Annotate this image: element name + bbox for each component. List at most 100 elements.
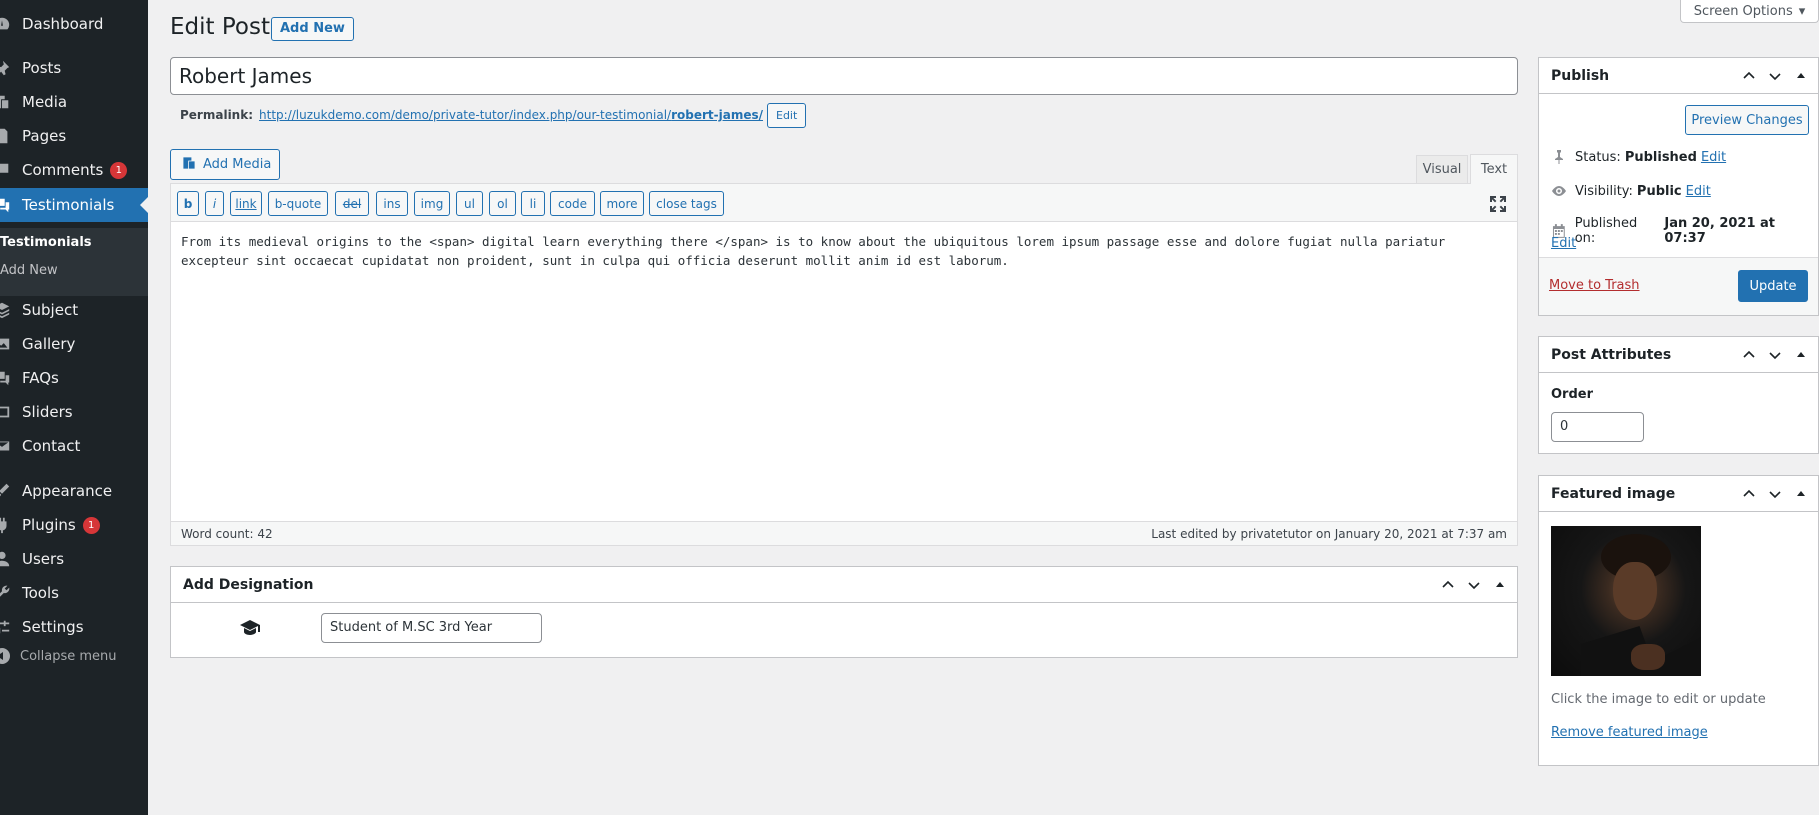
- submenu-item-add-new[interactable]: Add New: [0, 263, 58, 278]
- qt-more-button[interactable]: more: [600, 191, 644, 216]
- box-controls: [1435, 567, 1513, 603]
- sidebar-item-label: Plugins: [22, 516, 76, 534]
- editor-textarea[interactable]: From its medieval origins to the <span> …: [181, 232, 1503, 270]
- remove-featured-image-link[interactable]: Remove featured image: [1551, 725, 1708, 740]
- preview-changes-button[interactable]: Preview Changes: [1685, 105, 1809, 135]
- plugins-count-badge: 1: [82, 516, 100, 534]
- tab-text[interactable]: Text: [1470, 154, 1518, 184]
- permalink-edit-button[interactable]: Edit: [767, 102, 807, 128]
- slider-icon: [0, 402, 22, 422]
- qt-ins-button[interactable]: ins: [376, 191, 408, 216]
- graduation-cap-icon: [239, 616, 261, 638]
- media-icon: [0, 92, 22, 112]
- published-edit-link[interactable]: Edit: [1551, 236, 1576, 251]
- status-edit-link[interactable]: Edit: [1701, 150, 1726, 165]
- qt-link-button[interactable]: link: [230, 191, 262, 216]
- toggle-panel-icon[interactable]: [1487, 567, 1513, 603]
- sidebar-item-tools[interactable]: Tools: [0, 576, 148, 610]
- visibility-edit-link[interactable]: Edit: [1686, 184, 1711, 199]
- editor-line: From its medieval origins to the <span> …: [181, 234, 1446, 249]
- featured-image-thumbnail[interactable]: [1551, 526, 1701, 676]
- add-media-label: Add Media: [203, 157, 272, 172]
- box-controls: [1736, 337, 1814, 373]
- qt-del-button[interactable]: del: [335, 191, 369, 216]
- status-row: Status: Published Edit: [1551, 149, 1726, 165]
- order-input[interactable]: 0: [1551, 412, 1644, 442]
- designation-input[interactable]: Student of M.SC 3rd Year: [321, 613, 542, 643]
- move-up-icon[interactable]: [1435, 567, 1461, 603]
- qt-bold-button[interactable]: b: [177, 191, 199, 216]
- toggle-panel-icon[interactable]: [1788, 476, 1814, 512]
- sidebar-item-settings[interactable]: Settings: [0, 610, 148, 644]
- published-value: Jan 20, 2021 at 07:37: [1664, 216, 1776, 246]
- toggle-panel-icon[interactable]: [1788, 58, 1814, 94]
- sidebar-item-faqs[interactable]: FAQs: [0, 361, 148, 395]
- sidebar-item-label: FAQs: [22, 369, 59, 387]
- sidebar-item-testimonials[interactable]: Testimonials: [0, 188, 148, 222]
- visibility-value: Public: [1636, 183, 1682, 199]
- publish-box: Publish Preview Changes Status: Publishe…: [1538, 57, 1819, 316]
- move-up-icon[interactable]: [1736, 58, 1762, 94]
- sidebar-item-media[interactable]: Media: [0, 85, 148, 119]
- sidebar-item-contact[interactable]: Contact: [0, 429, 148, 463]
- sidebar-item-subject[interactable]: Subject: [0, 293, 148, 327]
- permalink-row: Permalink: http://luzukdemo.com/demo/pri…: [180, 102, 807, 128]
- add-new-button[interactable]: Add New: [271, 17, 354, 41]
- qt-italic-button[interactable]: i: [205, 191, 224, 216]
- move-to-trash-link[interactable]: Move to Trash: [1549, 278, 1640, 293]
- qt-ol-button[interactable]: ol: [489, 191, 516, 216]
- tab-visual[interactable]: Visual: [1416, 155, 1468, 183]
- move-down-icon[interactable]: [1762, 476, 1788, 512]
- sidebar-item-label: Testimonials: [22, 196, 115, 214]
- qt-code-button[interactable]: code: [550, 191, 595, 216]
- sidebar-item-sliders[interactable]: Sliders: [0, 395, 148, 429]
- sidebar-item-label: Sliders: [22, 403, 73, 421]
- word-count: Word count: 42: [181, 526, 273, 541]
- box-title: Publish: [1551, 67, 1610, 84]
- featured-image-caption: Click the image to edit or update: [1551, 692, 1766, 707]
- add-media-button[interactable]: Add Media: [170, 149, 281, 180]
- box-title: Post Attributes: [1551, 346, 1672, 363]
- faq-icon: [0, 368, 22, 388]
- qt-li-button[interactable]: li: [521, 191, 545, 216]
- sidebar-item-pages[interactable]: Pages: [0, 119, 148, 153]
- move-up-icon[interactable]: [1736, 476, 1762, 512]
- qt-close-tags-button[interactable]: close tags: [649, 191, 724, 216]
- testimonial-icon: [0, 195, 22, 215]
- sidebar-item-label: Comments: [22, 161, 104, 179]
- permalink-slug: robert-james/: [671, 108, 763, 122]
- toggle-panel-icon[interactable]: [1788, 337, 1814, 373]
- screen-options-button[interactable]: Screen Options ▾: [1680, 0, 1819, 23]
- page-title: Edit Post: [170, 14, 270, 40]
- submenu-item-testimonials[interactable]: Testimonials: [0, 235, 92, 250]
- comments-icon: [0, 160, 22, 180]
- pin-icon: [0, 58, 22, 78]
- move-up-icon[interactable]: [1736, 337, 1762, 373]
- sidebar-item-plugins[interactable]: Plugins 1: [0, 508, 148, 542]
- sidebar-item-posts[interactable]: Posts: [0, 51, 148, 85]
- move-down-icon[interactable]: [1461, 567, 1487, 603]
- permalink-link[interactable]: http://luzukdemo.com/demo/private-tutor/…: [259, 108, 763, 122]
- move-down-icon[interactable]: [1762, 337, 1788, 373]
- sidebar-item-dashboard[interactable]: Dashboard: [0, 7, 148, 41]
- post-title-input[interactable]: Robert James: [170, 57, 1518, 95]
- sidebar-item-label: Dashboard: [22, 15, 104, 33]
- sidebar-item-label: Posts: [22, 59, 62, 77]
- sidebar-item-appearance[interactable]: Appearance: [0, 474, 148, 508]
- visibility-label: Visibility:: [1575, 183, 1633, 199]
- qt-blockquote-button[interactable]: b-quote: [268, 191, 328, 216]
- move-down-icon[interactable]: [1762, 58, 1788, 94]
- sidebar-item-users[interactable]: Users: [0, 542, 148, 576]
- qt-ul-button[interactable]: ul: [456, 191, 483, 216]
- sidebar-item-gallery[interactable]: Gallery: [0, 327, 148, 361]
- fullscreen-icon[interactable]: [1489, 195, 1507, 213]
- wrench-icon: [0, 583, 22, 603]
- update-button[interactable]: Update: [1738, 270, 1808, 302]
- comments-count-badge: 1: [110, 161, 128, 179]
- qt-img-button[interactable]: img: [414, 191, 450, 216]
- permalink-label: Permalink:: [180, 108, 254, 122]
- pages-icon: [0, 126, 22, 146]
- box-header: Add Designation: [171, 567, 1517, 603]
- sidebar-item-comments[interactable]: Comments 1: [0, 153, 148, 187]
- collapse-menu-button[interactable]: Collapse menu: [0, 648, 117, 664]
